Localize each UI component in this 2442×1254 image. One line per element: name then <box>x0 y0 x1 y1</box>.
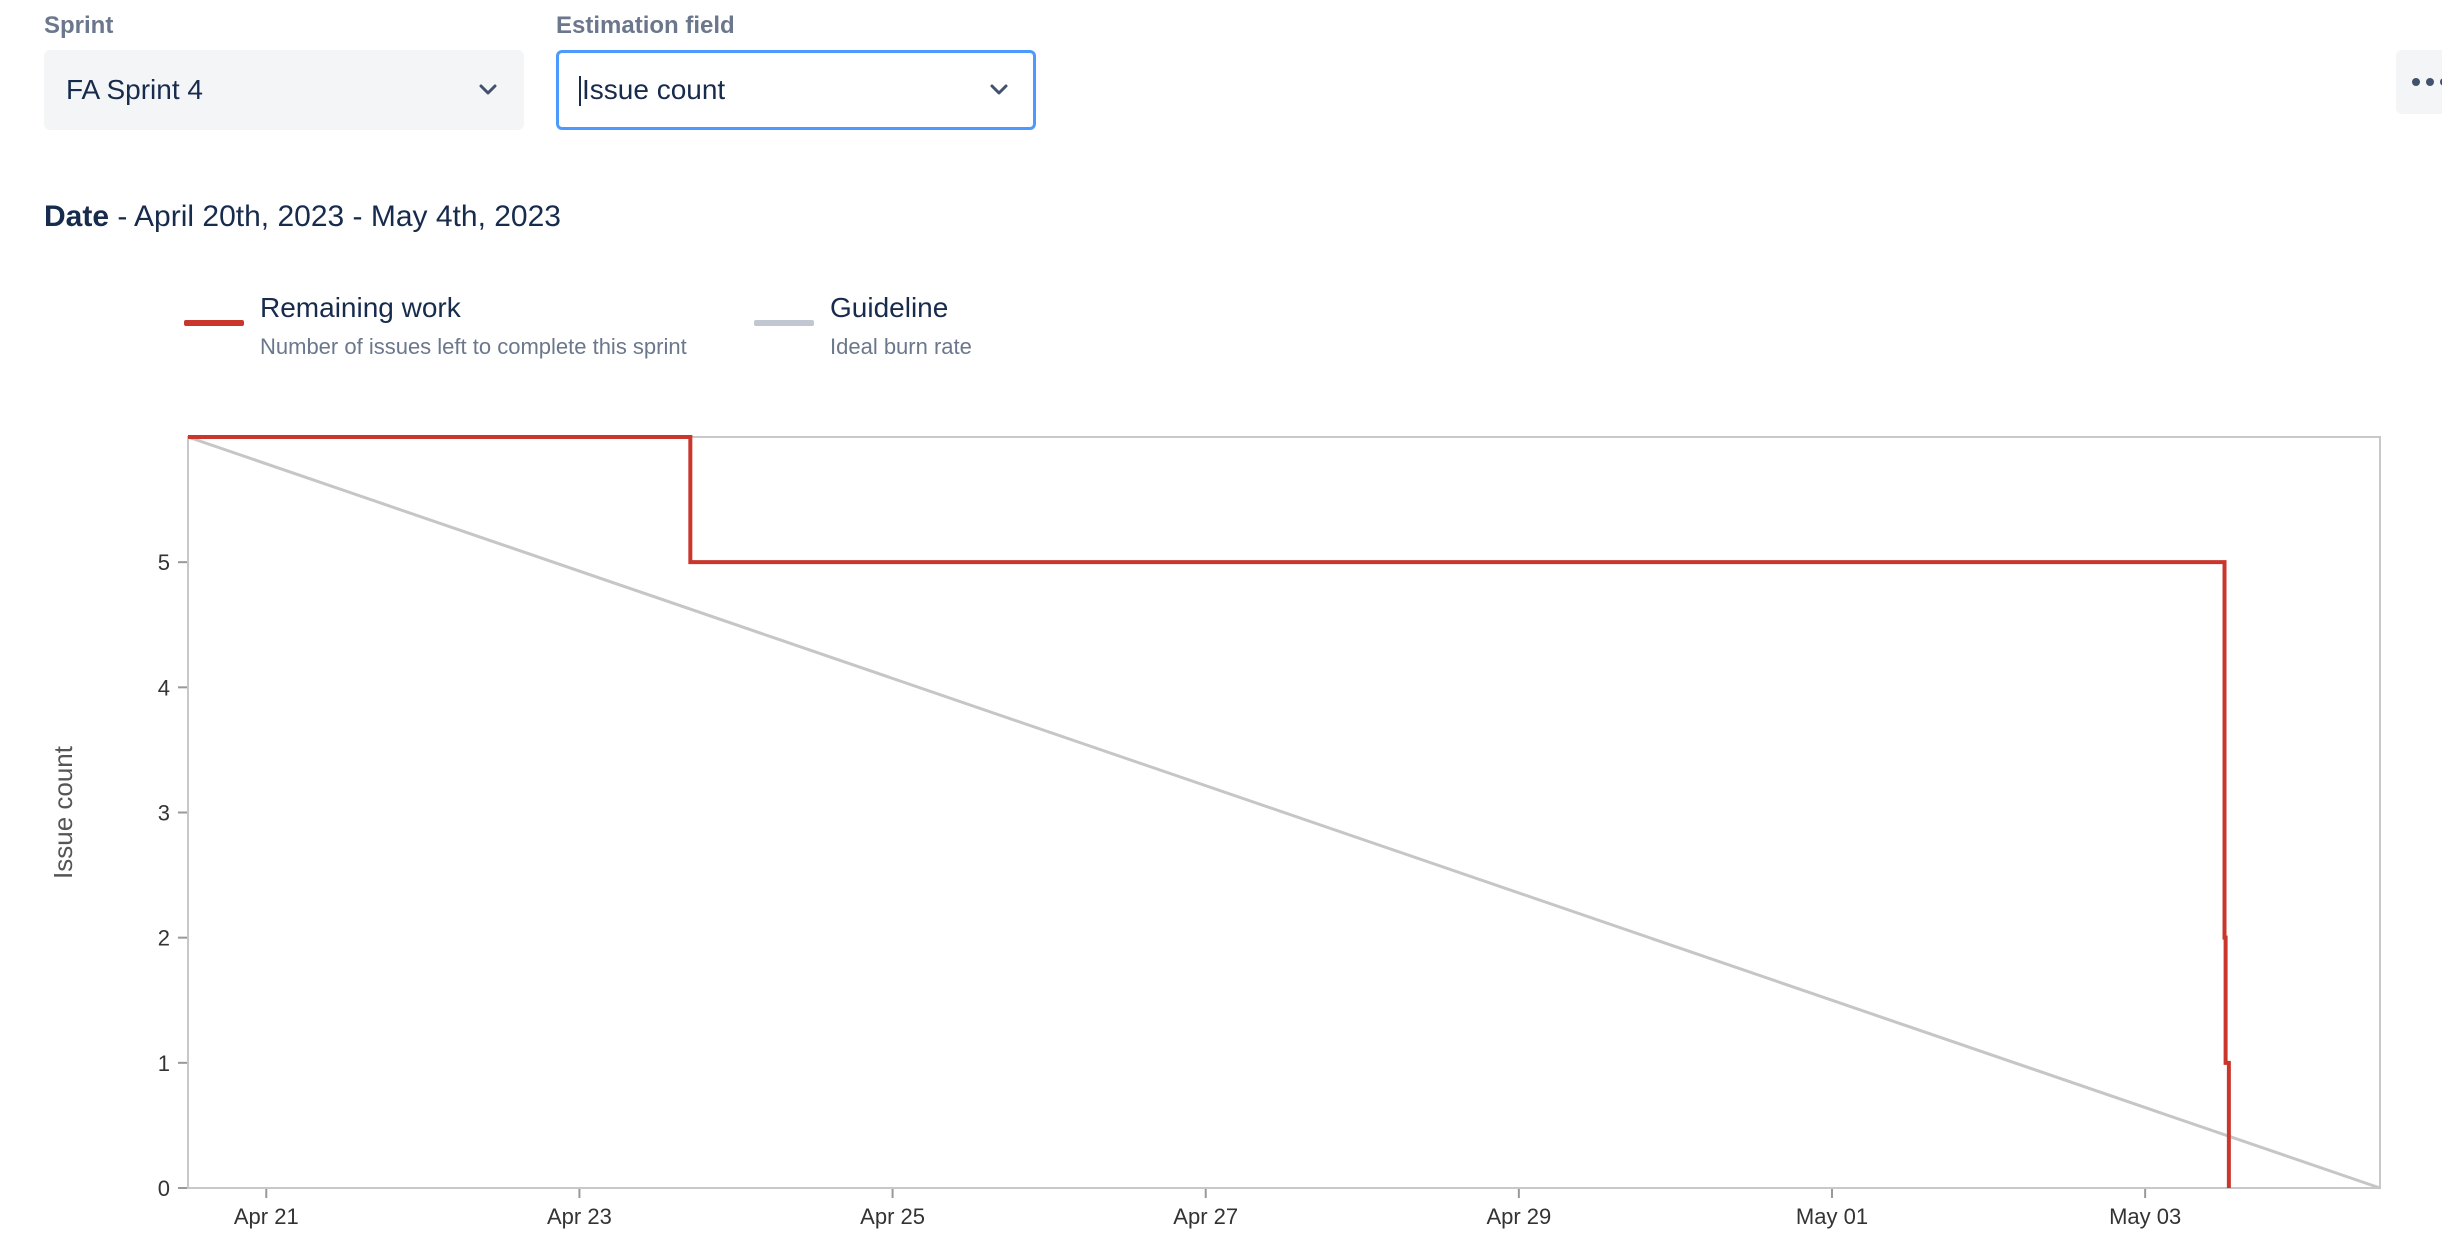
guideline-line <box>187 435 2381 1190</box>
date-range-label: Date <box>44 200 110 233</box>
y-tick-label: 3 <box>158 801 170 826</box>
legend-title: Guideline <box>830 292 949 323</box>
remaining-work-line <box>188 435 2231 1188</box>
y-tick-label: 0 <box>158 1176 170 1201</box>
x-tick-label: Apr 25 <box>860 1204 925 1229</box>
date-range-separator: - <box>109 200 135 233</box>
x-tick-label: May 01 <box>1796 1204 1868 1229</box>
chevron-down-icon <box>474 76 502 104</box>
y-tick-label: 5 <box>158 550 170 575</box>
sprint-select[interactable]: FA Sprint 4 <box>44 50 524 130</box>
y-tick-label: 2 <box>158 926 170 951</box>
axis-ticks: 0 1 2 3 4 5 Apr 21 Apr 23 Apr 25 Apr 27 Apr 29 May … <box>158 550 2181 1229</box>
x-tick-label: May 03 <box>2109 1204 2181 1229</box>
estimation-field-value: Issue count <box>582 73 726 105</box>
legend-swatch-guideline <box>754 320 814 326</box>
legend-title: Remaining work <box>260 292 461 323</box>
date-range-value: April 20th, 2023 - May 4th, 2023 <box>134 200 561 233</box>
sprint-label: Sprint <box>44 12 114 39</box>
legend-description: Number of issues left to complete this s… <box>260 334 687 359</box>
estimation-field-select[interactable]: Issue count <box>556 50 1036 130</box>
x-tick-label: Apr 27 <box>1173 1204 1238 1229</box>
legend-description: Ideal burn rate <box>830 334 972 359</box>
burndown-chart: Issue count 0 1 2 3 4 5 Apr 21 Apr 23 Apr 25 Apr … <box>48 435 2381 1229</box>
x-tick-label: Apr 21 <box>234 1204 299 1229</box>
date-range: Date - April 20th, 2023 - May 4th, 2023 <box>44 200 561 234</box>
more-horizontal-icon <box>2412 78 2442 86</box>
estimation-field-label: Estimation field <box>556 12 735 39</box>
more-actions-button[interactable] <box>2396 50 2442 114</box>
y-tick-label: 4 <box>158 675 170 700</box>
y-tick-label: 1 <box>158 1051 170 1076</box>
x-tick-label: Apr 29 <box>1486 1204 1551 1229</box>
text-cursor <box>579 76 581 107</box>
sprint-select-value: FA Sprint 4 <box>66 74 203 105</box>
chart-series <box>187 435 2381 1190</box>
y-axis-title: Issue count <box>48 745 78 879</box>
chevron-down-icon <box>985 76 1013 104</box>
legend-swatch-remaining-work <box>184 320 244 326</box>
x-tick-label: Apr 23 <box>547 1204 612 1229</box>
